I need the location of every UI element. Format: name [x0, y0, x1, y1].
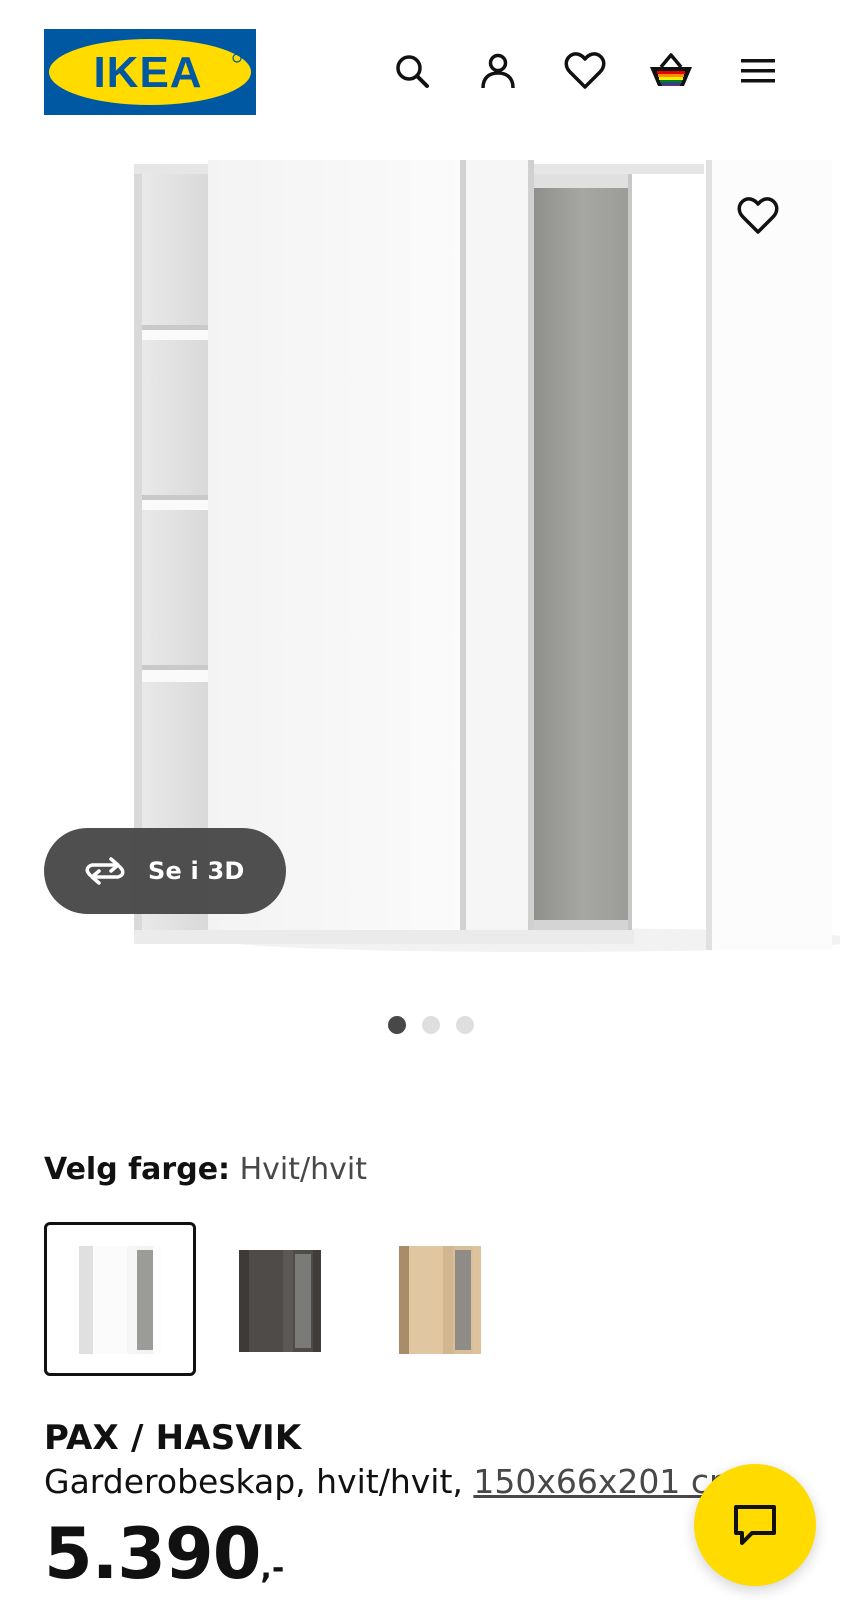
view-in-3d-button[interactable]: Se i 3D	[44, 828, 286, 914]
swatch-dark-grey[interactable]	[204, 1222, 356, 1376]
product-description: Garderobeskap, hvit/hvit, 150x66x201 cm	[44, 1460, 741, 1504]
product-description-text: Garderobeskap, hvit/hvit,	[44, 1462, 474, 1501]
chat-icon	[734, 1505, 776, 1545]
carousel-indicator	[0, 1016, 862, 1036]
carousel-dot[interactable]	[422, 1016, 440, 1034]
favourites-icon[interactable]	[561, 47, 609, 95]
account-icon[interactable]	[474, 47, 522, 95]
site-header: IKEA	[0, 0, 862, 130]
search-icon[interactable]	[388, 47, 436, 95]
ikea-logo-mark: IKEA	[44, 29, 256, 115]
ikea-logo[interactable]: IKEA	[44, 29, 256, 115]
svg-text:IKEA: IKEA	[93, 48, 202, 97]
product-price: 5.390,-	[44, 1514, 284, 1600]
price-suffix: ,-	[260, 1551, 285, 1586]
color-selector-label: Velg farge: Hvit/hvit	[44, 1150, 367, 1190]
carousel-dot[interactable]	[456, 1016, 474, 1034]
color-label-heading: Velg farge:	[44, 1152, 231, 1187]
price-amount: 5.390	[44, 1513, 261, 1595]
add-to-favourites-icon[interactable]	[734, 192, 782, 240]
menu-icon[interactable]	[734, 47, 782, 95]
carousel-dot[interactable]	[388, 1016, 406, 1034]
chat-button[interactable]	[694, 1464, 816, 1586]
swatch-white[interactable]	[44, 1222, 196, 1376]
rotate-3d-icon	[82, 855, 128, 887]
product-gallery: Se i 3D	[0, 140, 862, 980]
basket-icon[interactable]	[647, 47, 695, 95]
swatch-oak[interactable]	[364, 1222, 516, 1376]
view-in-3d-label: Se i 3D	[148, 857, 245, 885]
product-name: PAX / HASVIK	[44, 1418, 302, 1458]
selected-color-value: Hvit/hvit	[239, 1152, 367, 1187]
